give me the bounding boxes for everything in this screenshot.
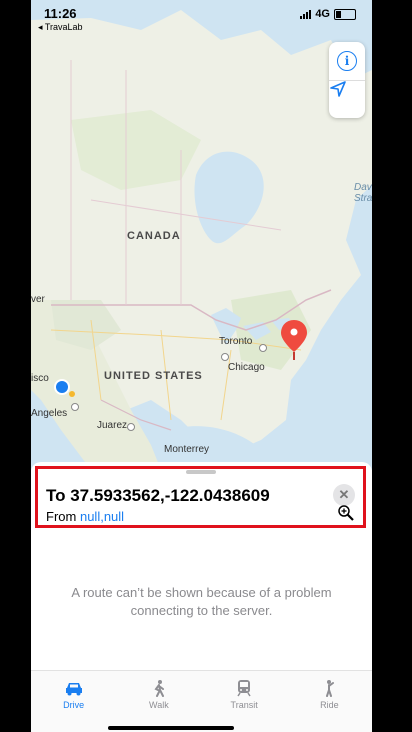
tab-ride[interactable]: Ride — [287, 671, 372, 732]
close-route-button[interactable]: ✕ — [333, 484, 355, 506]
water-label-line1: Dav — [354, 182, 372, 193]
city-label-isco: isco — [31, 373, 49, 384]
map-controls: i — [329, 42, 365, 118]
signal-icon — [300, 9, 312, 19]
city-dot — [127, 423, 135, 431]
transport-tab-bar: Drive Walk Transit Ride — [31, 670, 372, 732]
map-info-button[interactable]: i — [329, 42, 365, 81]
train-icon — [237, 680, 251, 697]
city-label-angeles: Angeles — [31, 408, 68, 419]
phone-screen: CANADA UNITED STATES Toronto Chicago Jua… — [31, 0, 372, 732]
status-bar: 11:26 ◂ TravaLab 4G — [31, 0, 372, 34]
tab-label: Transit — [230, 700, 258, 710]
back-to-app-link[interactable]: ◂ TravaLab — [38, 22, 83, 33]
route-error-message: A route can’t be shown because of a prob… — [71, 585, 332, 618]
map-land — [31, 0, 372, 470]
tab-walk[interactable]: Walk — [116, 671, 201, 732]
route-header-card: To 37.5933562,-122.0438609 From null,nul… — [35, 466, 366, 528]
tab-transit[interactable]: Transit — [202, 671, 287, 732]
water-label-line2: Stra — [354, 193, 372, 204]
tab-label: Walk — [149, 700, 169, 710]
city-label-juarez: Juarez — [97, 420, 128, 431]
walk-icon — [154, 680, 164, 697]
city-label-monterrey: Monterrey — [164, 444, 210, 455]
route-destination: To 37.5933562,-122.0438609 — [46, 486, 270, 505]
home-indicator[interactable] — [108, 726, 234, 730]
info-icon: i — [337, 51, 357, 71]
tab-label: Ride — [320, 700, 339, 710]
location-arrow-icon — [330, 81, 346, 97]
network-type: 4G — [315, 8, 330, 20]
poi-dot — [69, 391, 75, 397]
status-time: 11:26 — [44, 6, 77, 21]
tab-drive[interactable]: Drive — [31, 671, 116, 732]
city-dot — [221, 353, 229, 361]
city-label-chicago: Chicago — [228, 362, 265, 373]
destination-pin-icon[interactable] — [279, 318, 309, 362]
tab-label: Drive — [63, 700, 85, 710]
battery-icon — [334, 8, 356, 20]
route-origin-prefix: From — [46, 509, 77, 524]
locate-me-button[interactable] — [329, 80, 365, 118]
city-dot — [71, 403, 79, 411]
country-label-usa: UNITED STATES — [104, 370, 203, 382]
city-label-toronto: Toronto — [219, 336, 253, 347]
route-origin-value[interactable]: null,null — [80, 509, 124, 524]
status-indicators: 4G — [300, 8, 356, 20]
car-icon — [65, 683, 82, 696]
close-icon: ✕ — [338, 487, 350, 502]
route-origin: From null,null — [46, 509, 124, 524]
map-view[interactable]: CANADA UNITED STATES Toronto Chicago Jua… — [31, 0, 372, 470]
zoom-cursor-icon — [338, 505, 354, 521]
city-label-ver: ver — [31, 294, 45, 305]
country-label-canada: CANADA — [127, 230, 181, 242]
city-dot — [259, 344, 267, 352]
ride-icon — [326, 680, 335, 697]
